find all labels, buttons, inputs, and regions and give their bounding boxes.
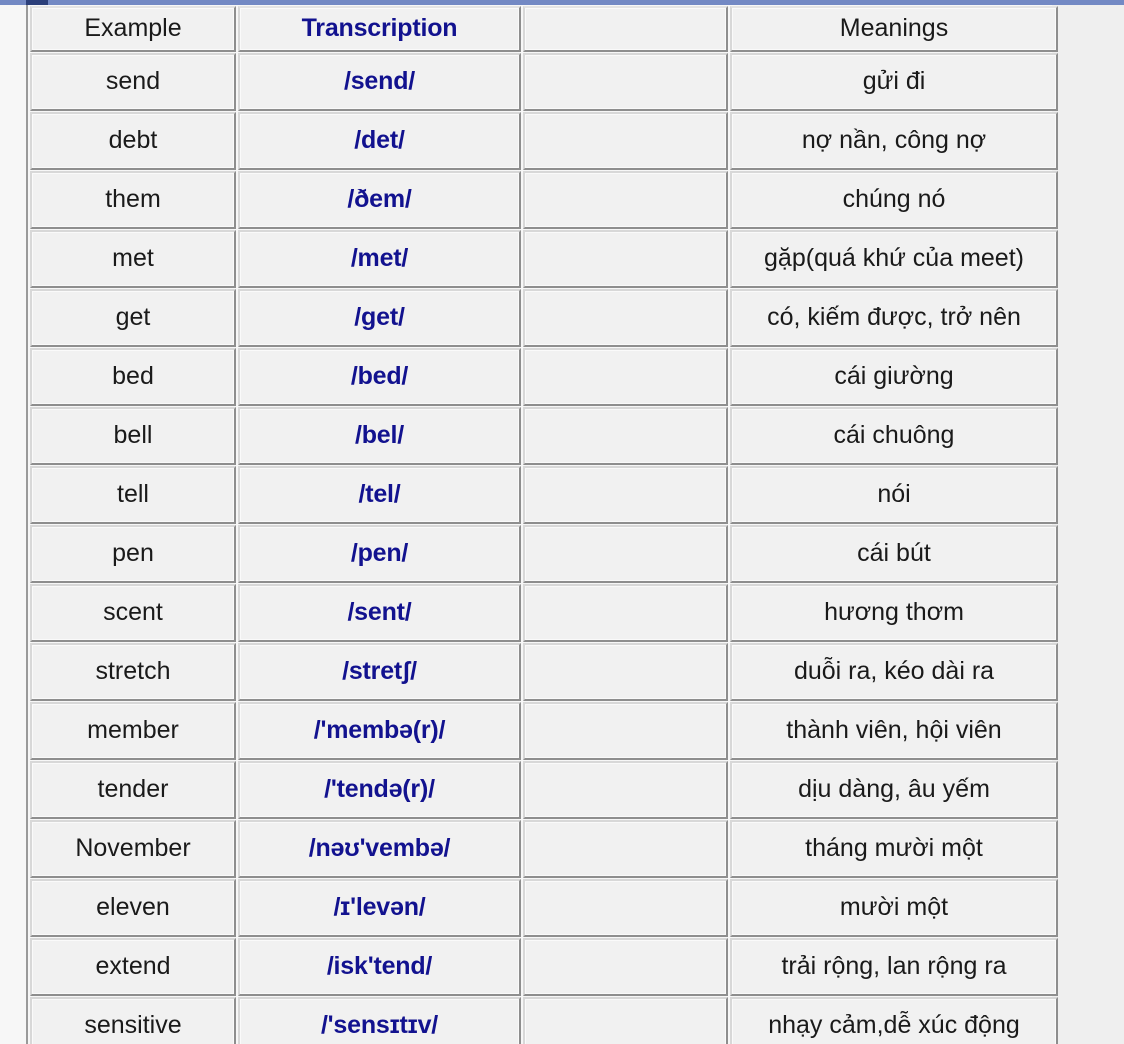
cell-transcription: /isk'tend/: [238, 938, 521, 996]
cell-example: pen: [30, 525, 236, 583]
cell-blank: [523, 525, 728, 583]
cell-transcription: /'tendə(r)/: [238, 761, 521, 819]
table-header-row: Example Transcription Meanings: [30, 6, 1058, 52]
table-row: extend/isk'tend/trải rộng, lan rộng ra: [30, 938, 1058, 996]
cell-example: scent: [30, 584, 236, 642]
cell-example: bell: [30, 407, 236, 465]
table-row: tender/'tendə(r)/ dịu dàng, âu yếm: [30, 761, 1058, 819]
cell-transcription: /send/: [238, 53, 521, 111]
table-row: eleven/ɪ'levən/mười một: [30, 879, 1058, 937]
vocabulary-table: Example Transcription Meanings send/send…: [28, 5, 1060, 1044]
cell-meaning: gửi đi: [730, 53, 1058, 111]
table-row: get/get/có, kiếm được, trở nên: [30, 289, 1058, 347]
cell-transcription: /bed/: [238, 348, 521, 406]
header-cell-blank: [523, 6, 728, 52]
cell-transcription: /stretʃ/: [238, 643, 521, 701]
cell-meaning: thành viên, hội viên: [730, 702, 1058, 760]
table-row: met/met/gặp(quá khứ của meet): [30, 230, 1058, 288]
cell-example: extend: [30, 938, 236, 996]
vocabulary-table-body: Example Transcription Meanings send/send…: [30, 6, 1058, 1044]
cell-example: eleven: [30, 879, 236, 937]
vocabulary-table-container: Example Transcription Meanings send/send…: [26, 5, 1058, 1044]
cell-blank: [523, 584, 728, 642]
cell-meaning: trải rộng, lan rộng ra: [730, 938, 1058, 996]
cell-meaning: chúng nó: [730, 171, 1058, 229]
cell-transcription: /nəʊ'vembə/: [238, 820, 521, 878]
cell-meaning: tháng mười một: [730, 820, 1058, 878]
header-cell-meanings: Meanings: [730, 6, 1058, 52]
header-cell-example: Example: [30, 6, 236, 52]
cell-blank: [523, 938, 728, 996]
cell-example: debt: [30, 112, 236, 170]
cell-transcription: /met/: [238, 230, 521, 288]
header-cell-transcription: Transcription: [238, 6, 521, 52]
cell-transcription: /pen/: [238, 525, 521, 583]
table-row: scent/sent/hương thơm: [30, 584, 1058, 642]
table-row: send/send/gửi đi: [30, 53, 1058, 111]
cell-blank: [523, 879, 728, 937]
cell-transcription: /bel/: [238, 407, 521, 465]
cell-blank: [523, 348, 728, 406]
table-row: bell/bel/cái chuông: [30, 407, 1058, 465]
cell-blank: [523, 53, 728, 111]
cell-transcription: /det/: [238, 112, 521, 170]
cell-transcription: /ɪ'levən/: [238, 879, 521, 937]
left-margin: [0, 5, 26, 1044]
cell-meaning: cái chuông: [730, 407, 1058, 465]
cell-blank: [523, 171, 728, 229]
cell-transcription: /'sensɪtɪv/: [238, 997, 521, 1044]
right-margin: [1052, 5, 1124, 1044]
cell-meaning: gặp(quá khứ của meet): [730, 230, 1058, 288]
cell-meaning: nhạy cảm,dễ xúc động: [730, 997, 1058, 1044]
table-row: sensitive/'sensɪtɪv/nhạy cảm,dễ xúc động: [30, 997, 1058, 1044]
cell-transcription: /ðem/: [238, 171, 521, 229]
cell-meaning: mười một: [730, 879, 1058, 937]
table-row: bed/bed/cái giường: [30, 348, 1058, 406]
cell-blank: [523, 466, 728, 524]
cell-example: member: [30, 702, 236, 760]
cell-example: get: [30, 289, 236, 347]
cell-transcription: /tel/: [238, 466, 521, 524]
cell-meaning: hương thơm: [730, 584, 1058, 642]
cell-meaning: cái giường: [730, 348, 1058, 406]
table-row: stretch/stretʃ/duỗi ra, kéo dài ra: [30, 643, 1058, 701]
cell-meaning: duỗi ra, kéo dài ra: [730, 643, 1058, 701]
cell-blank: [523, 230, 728, 288]
cell-blank: [523, 997, 728, 1044]
table-row: November/nəʊ'vembə/tháng mười một: [30, 820, 1058, 878]
table-row: tell/tel/nói: [30, 466, 1058, 524]
cell-example: bed: [30, 348, 236, 406]
cell-blank: [523, 112, 728, 170]
cell-meaning: cái bút: [730, 525, 1058, 583]
cell-blank: [523, 289, 728, 347]
cell-transcription: /sent/: [238, 584, 521, 642]
page-root: Example Transcription Meanings send/send…: [0, 0, 1124, 1044]
cell-example: sensitive: [30, 997, 236, 1044]
table-row: member/'membə(r)/ thành viên, hội viên: [30, 702, 1058, 760]
cell-blank: [523, 643, 728, 701]
cell-meaning: dịu dàng, âu yếm: [730, 761, 1058, 819]
cell-meaning: nợ nần, công nợ: [730, 112, 1058, 170]
cell-example: them: [30, 171, 236, 229]
cell-example: November: [30, 820, 236, 878]
table-row: debt/det/nợ nần, công nợ: [30, 112, 1058, 170]
cell-blank: [523, 820, 728, 878]
cell-example: tender: [30, 761, 236, 819]
cell-example: tell: [30, 466, 236, 524]
cell-example: stretch: [30, 643, 236, 701]
table-row: pen/pen/cái bút: [30, 525, 1058, 583]
cell-meaning: nói: [730, 466, 1058, 524]
cell-transcription: /'membə(r)/: [238, 702, 521, 760]
table-row: them/ðem/chúng nó: [30, 171, 1058, 229]
cell-example: send: [30, 53, 236, 111]
cell-transcription: /get/: [238, 289, 521, 347]
cell-blank: [523, 702, 728, 760]
cell-example: met: [30, 230, 236, 288]
cell-blank: [523, 761, 728, 819]
cell-meaning: có, kiếm được, trở nên: [730, 289, 1058, 347]
cell-blank: [523, 407, 728, 465]
